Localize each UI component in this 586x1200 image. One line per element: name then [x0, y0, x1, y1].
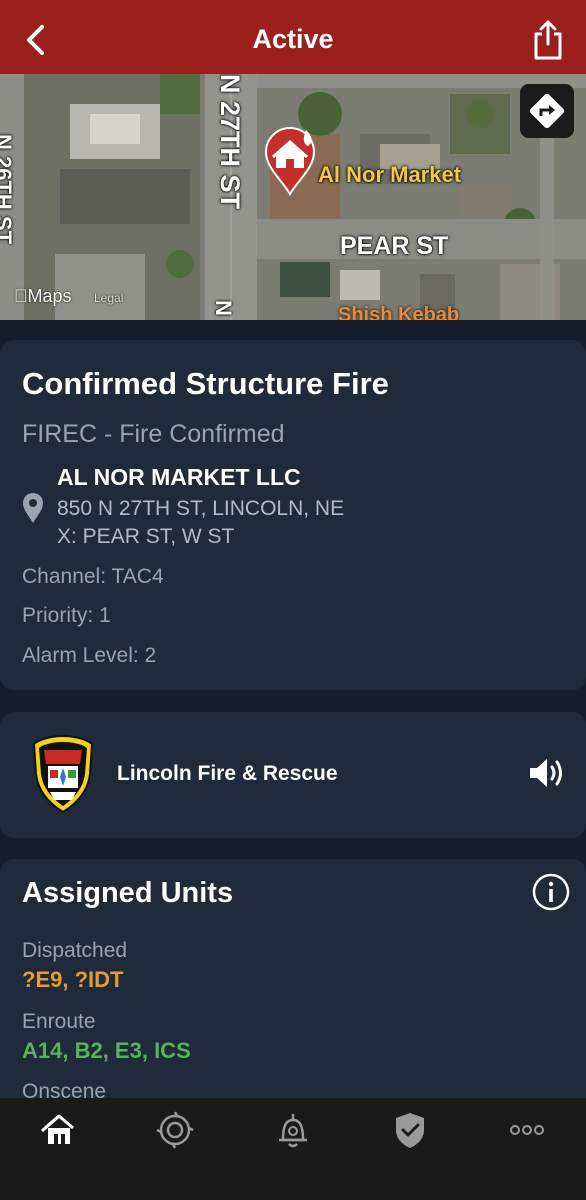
incident-map[interactable]: N 27TH ST N 26TH ST PEAR ST N Al Nor Mar…: [0, 74, 586, 320]
incident-channel: Channel: TAC4: [22, 565, 164, 588]
enroute-units: A14, B2, E3, ICS: [22, 1038, 191, 1063]
speaker-icon[interactable]: [528, 756, 564, 790]
app-root: Active N 27TH ST 26TH ST PEAR ST N Al No…: [0, 0, 586, 1200]
more-dots-icon[interactable]: [507, 1110, 547, 1150]
map-label-n: N: [211, 300, 236, 316]
agency-card[interactable]: Lincoln Fire & Rescue: [0, 712, 586, 838]
alarm-settings-icon[interactable]: [273, 1110, 313, 1150]
map-label-n-27th-st: N 27TH ST: [215, 74, 245, 210]
lincoln-fire-rescue-logo: [32, 734, 94, 814]
fire-location-pin-icon[interactable]: [262, 126, 318, 196]
assigned-units-card: Assigned Units Dispatched ?E9, ?IDT Enro…: [0, 859, 586, 1119]
incident-details-card: Confirmed Structure Fire FIREC - Fire Co…: [0, 340, 586, 690]
map-poi-label: Al Nor Market: [318, 162, 462, 187]
info-icon[interactable]: [532, 873, 570, 911]
page-title: Active: [252, 24, 334, 54]
agency-name: Lincoln Fire & Rescue: [117, 762, 338, 785]
dispatched-label: Dispatched: [22, 939, 128, 962]
maps-logo-text: Maps: [14, 286, 72, 306]
incident-alarm-level: Alarm Level: 2: [22, 644, 157, 667]
apple-maps-logo: Maps: [14, 286, 72, 307]
cross-streets: X: PEAR ST, W ST: [57, 525, 235, 548]
incident-code: FIREC - Fire Confirmed: [22, 420, 285, 448]
dispatched-units: ?E9, ?IDT: [22, 967, 124, 992]
house-icon[interactable]: [39, 1110, 79, 1150]
fire-badge-icon[interactable]: [155, 1110, 195, 1150]
location-address[interactable]: 850 N 27TH ST, LINCOLN, NE: [57, 497, 344, 521]
nav-header: Active: [0, 0, 586, 74]
incident-priority: Priority: 1: [22, 604, 111, 627]
incident-title: Confirmed Structure Fire: [22, 366, 389, 401]
location-name[interactable]: AL NOR MARKET LLC: [57, 464, 301, 491]
bottom-tab-bar: [0, 1098, 586, 1200]
maps-legal-link[interactable]: Legal: [94, 291, 123, 305]
share-icon[interactable]: [532, 18, 564, 62]
satellite-map-image: [0, 74, 586, 320]
map-poi-label-secondary: Shish Kebab: [338, 304, 460, 320]
enroute-label: Enroute: [22, 1010, 96, 1033]
map-label-pear-st: PEAR ST: [340, 232, 449, 260]
directions-button[interactable]: [520, 84, 574, 138]
map-label-n-26th-st: N 26TH ST: [0, 134, 16, 245]
location-pin-icon: [23, 493, 43, 523]
shield-check-icon[interactable]: [390, 1110, 430, 1150]
assigned-units-title: Assigned Units: [22, 877, 234, 909]
